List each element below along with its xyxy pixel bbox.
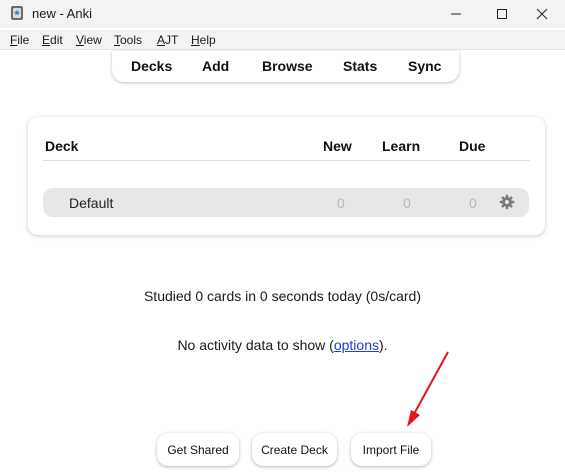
- activity-message: No activity data to show (options).: [0, 337, 565, 353]
- header-divider: [43, 160, 530, 161]
- studied-summary: Studied 0 cards in 0 seconds today (0s/c…: [143, 288, 422, 304]
- learn-column-header: Learn: [382, 138, 421, 154]
- close-button[interactable]: [519, 0, 565, 28]
- title-bar: new - Anki: [0, 0, 565, 28]
- import-file-button[interactable]: Import File: [351, 433, 431, 466]
- toolbar-decks-link[interactable]: Decks: [131, 58, 172, 74]
- create-deck-button[interactable]: Create Deck: [252, 433, 337, 466]
- menu-edit[interactable]: Edit: [42, 33, 63, 47]
- activity-suffix: ).: [379, 337, 388, 353]
- toolbar-add-link[interactable]: Add: [202, 58, 229, 74]
- anki-app-icon: [11, 6, 23, 20]
- main-toolbar: Decks Add Browse Stats Sync: [112, 51, 459, 82]
- due-column-header: Due: [459, 138, 486, 154]
- gear-icon[interactable]: [499, 194, 515, 210]
- menu-bar: File Edit View Tools AJT Help: [0, 30, 565, 50]
- deck-due-count: 0: [469, 195, 477, 211]
- minimize-button[interactable]: [433, 0, 479, 28]
- toolbar-stats-link[interactable]: Stats: [343, 58, 377, 74]
- toolbar-sync-link[interactable]: Sync: [408, 58, 441, 74]
- menu-view[interactable]: View: [76, 33, 102, 47]
- menu-tools[interactable]: Tools: [114, 33, 142, 47]
- deck-list-card: Deck New Learn Due Default 0 0 0: [28, 117, 545, 235]
- deck-column-header: Deck: [45, 138, 79, 154]
- new-column-header: New: [323, 138, 352, 154]
- activity-prefix: No activity data to show (: [177, 337, 334, 353]
- menu-help[interactable]: Help: [191, 33, 216, 47]
- minimize-icon: [451, 13, 461, 15]
- close-icon: [536, 8, 548, 20]
- deck-new-count: 0: [337, 195, 345, 211]
- window-title: new - Anki: [32, 6, 92, 21]
- deck-name-link[interactable]: Default: [69, 195, 113, 211]
- get-shared-button[interactable]: Get Shared: [157, 433, 239, 466]
- menu-ajt[interactable]: AJT: [157, 33, 178, 47]
- deck-row[interactable]: Default 0 0 0: [43, 188, 529, 217]
- menu-file[interactable]: File: [10, 33, 29, 47]
- maximize-icon: [497, 9, 507, 19]
- options-link[interactable]: options: [334, 337, 379, 353]
- deck-learn-count: 0: [403, 195, 411, 211]
- toolbar-browse-link[interactable]: Browse: [262, 58, 313, 74]
